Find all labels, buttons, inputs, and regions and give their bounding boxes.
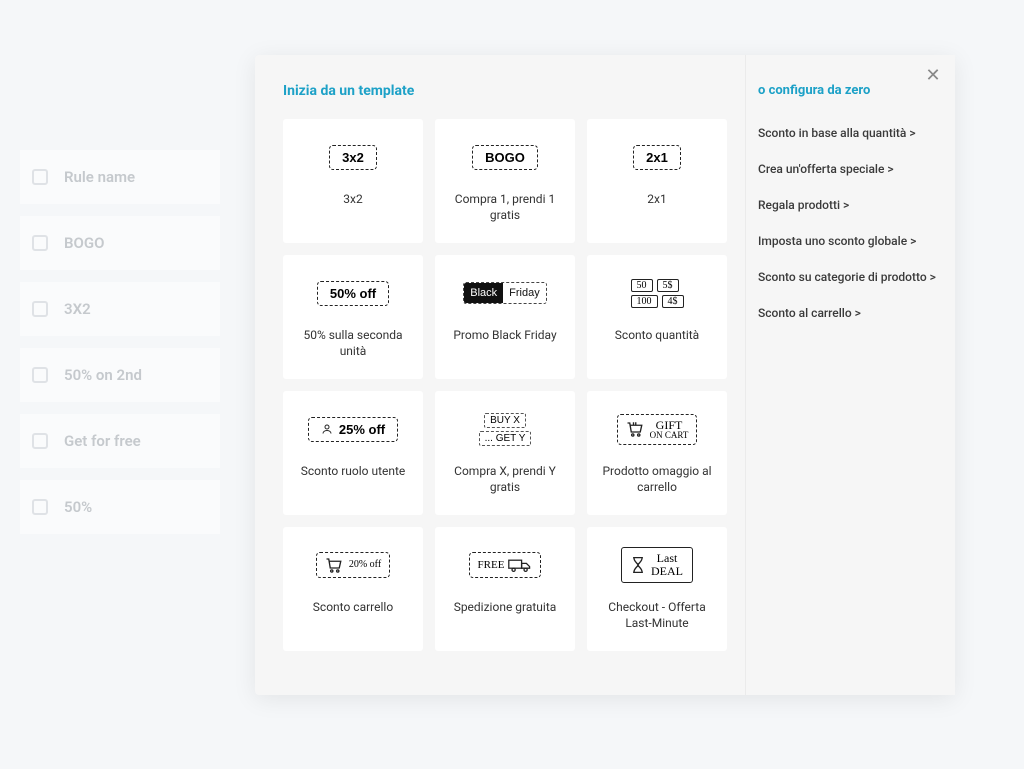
buyx-gety-icon: BUY X ... GET Y (479, 405, 532, 453)
template-label: Sconto carrello (313, 599, 393, 615)
template-label: 3x2 (343, 191, 362, 207)
template-picker-modal: ✕ Inizia da un template 3x2 3x2 BOGO Com… (255, 55, 955, 695)
badge-icon: 2x1 (633, 133, 681, 181)
checkbox (32, 301, 48, 317)
side-link-special-offer[interactable]: Crea un'offerta speciale > (758, 162, 937, 176)
template-card-cart-discount[interactable]: 20% off Sconto carrello (283, 527, 423, 651)
template-card-free-shipping[interactable]: FREE Spedizione gratuita (435, 527, 575, 651)
free-shipping-icon: FREE (469, 541, 542, 589)
bg-list-item: 3X2 (20, 282, 220, 336)
template-card-bogo[interactable]: BOGO Compra 1, prendi 1 gratis (435, 119, 575, 243)
bg-item-label: Rule name (64, 168, 135, 186)
gift-cart-icon: GIFTON CART (617, 405, 698, 453)
quantity-table-icon: 505$ 1004$ (631, 269, 684, 317)
sidebar-configure-from-scratch: o configura da zero Sconto in base alla … (745, 55, 955, 695)
badge-icon: BOGO (472, 133, 538, 181)
checkbox (32, 169, 48, 185)
template-label: Compra X, prendi Y gratis (445, 463, 565, 495)
template-main-panel: Inizia da un template 3x2 3x2 BOGO Compr… (255, 55, 745, 695)
last-deal-icon: LastDEAL (621, 541, 693, 589)
template-label: 2x1 (647, 191, 666, 207)
bg-item-label: Get for free (64, 432, 141, 450)
template-label: Compra 1, prendi 1 gratis (445, 191, 565, 223)
cart-discount-icon: 20% off (316, 541, 390, 589)
template-label: Spedizione gratuita (454, 599, 557, 615)
template-card-2x1[interactable]: 2x1 2x1 (587, 119, 727, 243)
template-card-buyx-gety[interactable]: BUY X ... GET Y Compra X, prendi Y grati… (435, 391, 575, 515)
template-card-quantity[interactable]: 505$ 1004$ Sconto quantità (587, 255, 727, 379)
background-rule-list: Rule name BOGO 3X2 50% on 2nd Get for fr… (20, 150, 220, 546)
bg-list-item: 50% on 2nd (20, 348, 220, 402)
bg-item-label: 50% (64, 498, 92, 516)
bg-item-label: 3X2 (64, 300, 91, 318)
template-label: Checkout - Offerta Last-Minute (597, 599, 717, 631)
template-label: Sconto quantità (615, 327, 699, 343)
close-icon[interactable]: ✕ (921, 65, 945, 89)
main-heading: Inizia da un template (283, 83, 727, 99)
black-friday-icon: Black Friday (463, 269, 546, 317)
bg-list-item: Rule name (20, 150, 220, 204)
bg-list-item: Get for free (20, 414, 220, 468)
bg-list-item: BOGO (20, 216, 220, 270)
template-card-user-role[interactable]: 25% off Sconto ruolo utente (283, 391, 423, 515)
template-card-last-deal[interactable]: LastDEAL Checkout - Offerta Last-Minute (587, 527, 727, 651)
bg-list-item: 50% (20, 480, 220, 534)
bg-item-label: 50% on 2nd (64, 366, 142, 384)
side-heading: o configura da zero (758, 83, 937, 98)
template-card-50-second[interactable]: 50% off 50% sulla seconda unità (283, 255, 423, 379)
checkbox (32, 367, 48, 383)
side-link-global-discount[interactable]: Imposta uno sconto globale > (758, 234, 937, 248)
user-role-icon: 25% off (308, 405, 398, 453)
template-label: Sconto ruolo utente (301, 463, 406, 479)
badge-icon: 3x2 (329, 133, 377, 181)
template-card-black-friday[interactable]: Black Friday Promo Black Friday (435, 255, 575, 379)
template-label: 50% sulla seconda unità (293, 327, 413, 359)
template-label: Promo Black Friday (453, 327, 556, 343)
template-card-3x2[interactable]: 3x2 3x2 (283, 119, 423, 243)
bg-item-label: BOGO (64, 234, 104, 252)
checkbox (32, 235, 48, 251)
template-card-gift-cart[interactable]: GIFTON CART Prodotto omaggio al carrello (587, 391, 727, 515)
side-link-cart-discount[interactable]: Sconto al carrello > (758, 306, 937, 320)
template-label: Prodotto omaggio al carrello (597, 463, 717, 495)
side-link-quantity[interactable]: Sconto in base alla quantità > (758, 126, 937, 140)
checkbox (32, 433, 48, 449)
side-link-category-discount[interactable]: Sconto su categorie di prodotto > (758, 270, 937, 284)
badge-icon: 50% off (317, 269, 389, 317)
side-link-gift-products[interactable]: Regala prodotti > (758, 198, 937, 212)
checkbox (32, 499, 48, 515)
template-grid: 3x2 3x2 BOGO Compra 1, prendi 1 gratis 2… (283, 119, 727, 651)
